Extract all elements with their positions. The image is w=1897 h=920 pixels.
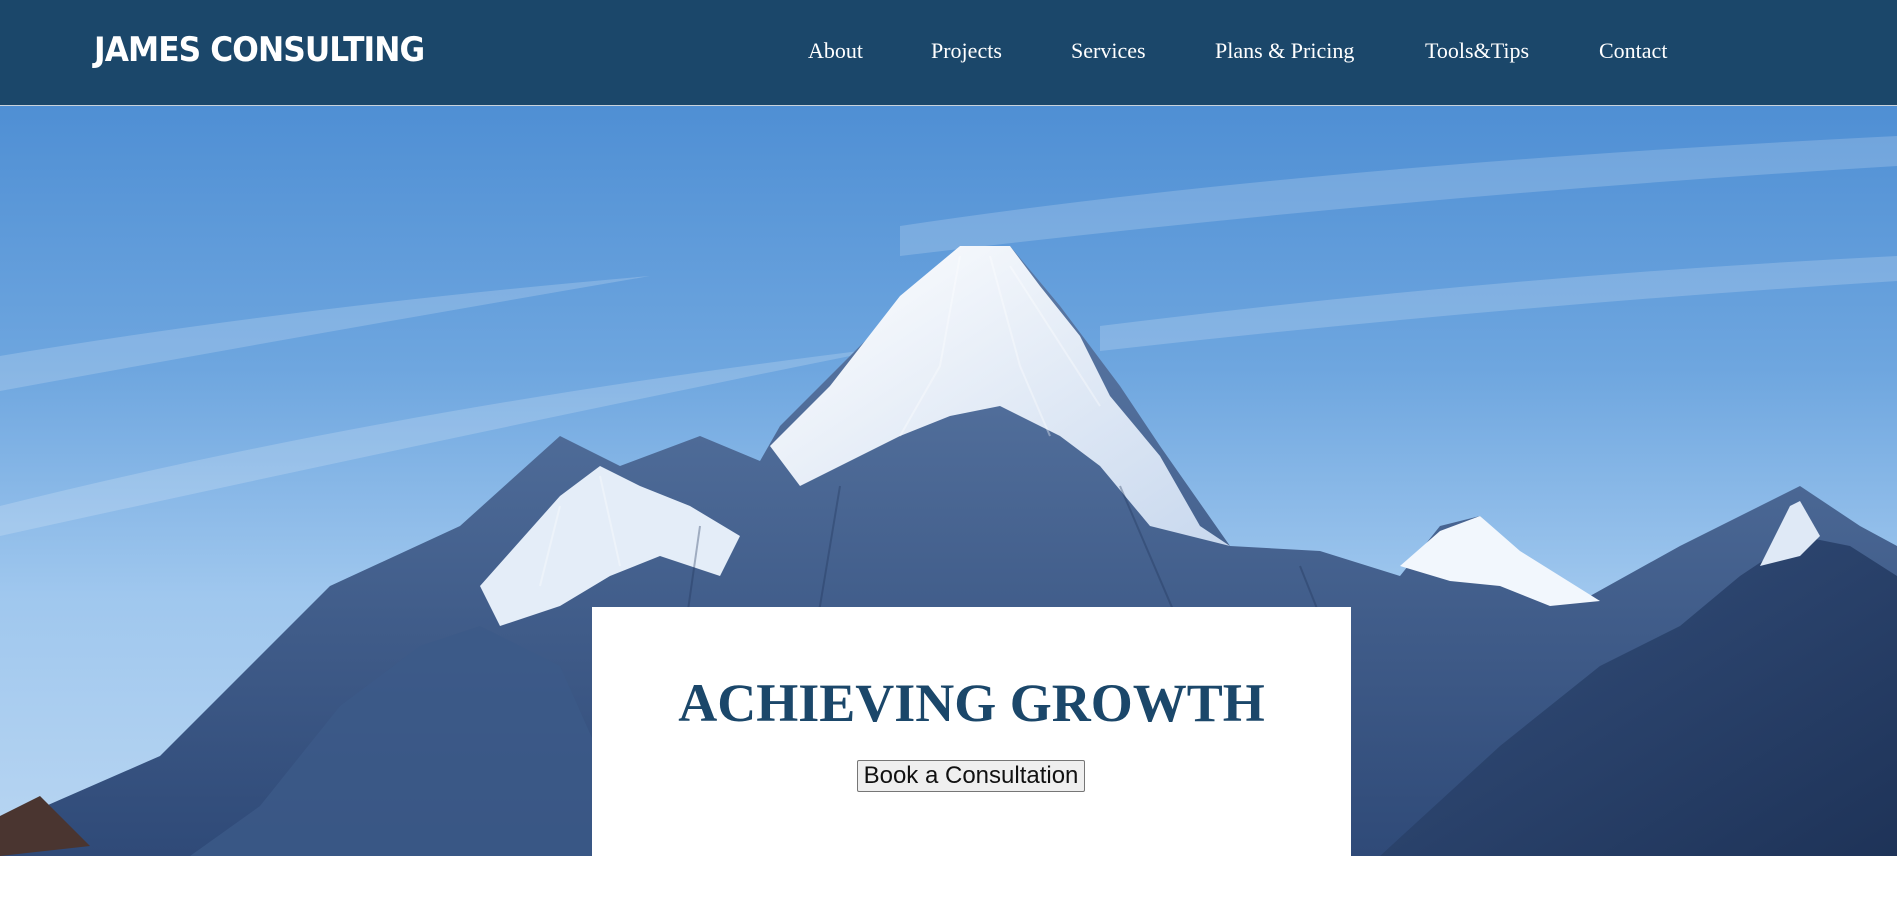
top-navbar: JAMES CONSULTING About Projects Services… — [0, 0, 1897, 106]
book-consultation-button[interactable]: Book a Consultation — [857, 760, 1085, 792]
nav-link-projects[interactable]: Projects — [931, 38, 1002, 64]
brand-logo[interactable]: JAMES CONSULTING — [94, 30, 425, 70]
hero-banner: ACHIEVING GROWTH Book a Consultation — [0, 106, 1897, 856]
nav-link-contact[interactable]: Contact — [1599, 38, 1667, 64]
nav-link-tools-tips[interactable]: Tools&Tips — [1425, 38, 1529, 64]
nav-link-plans-pricing[interactable]: Plans & Pricing — [1215, 38, 1354, 64]
hero-title: ACHIEVING GROWTH — [678, 673, 1265, 733]
hero-card: ACHIEVING GROWTH Book a Consultation — [592, 607, 1351, 856]
nav-link-about[interactable]: About — [808, 38, 863, 64]
nav-link-services[interactable]: Services — [1071, 38, 1146, 64]
